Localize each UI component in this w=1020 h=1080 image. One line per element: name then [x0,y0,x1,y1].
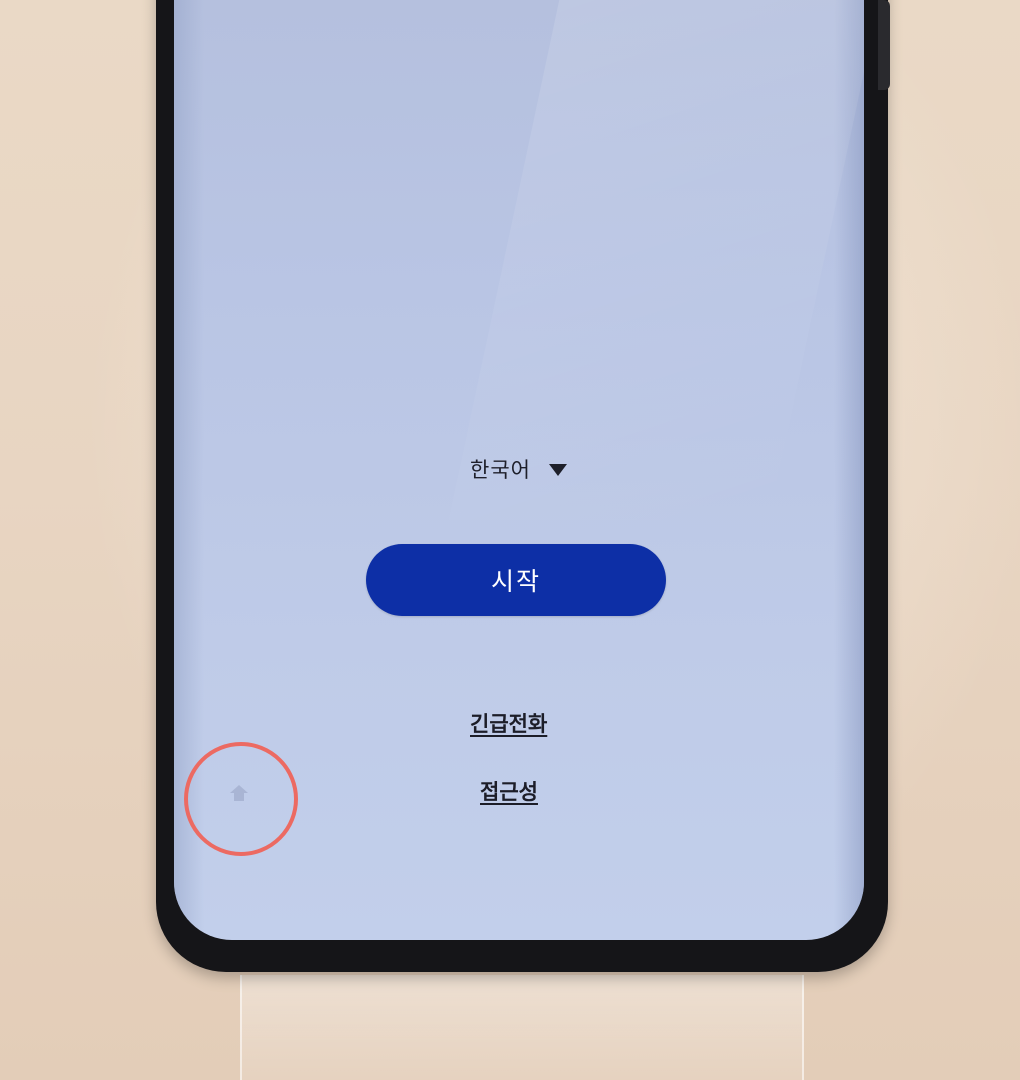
highlight-circle [184,742,298,856]
language-selector[interactable]: 한국어 [470,454,567,484]
dropdown-triangle-icon [548,464,567,476]
language-label: 한국어 [470,458,531,482]
phone-side-button [878,0,890,90]
phone-stand [240,975,804,1080]
screen-glare [448,0,864,520]
emergency-call-link[interactable]: 긴급전화 [470,708,547,738]
accessibility-link[interactable]: 접근성 [480,776,538,806]
start-button[interactable]: 시작 [366,544,666,616]
